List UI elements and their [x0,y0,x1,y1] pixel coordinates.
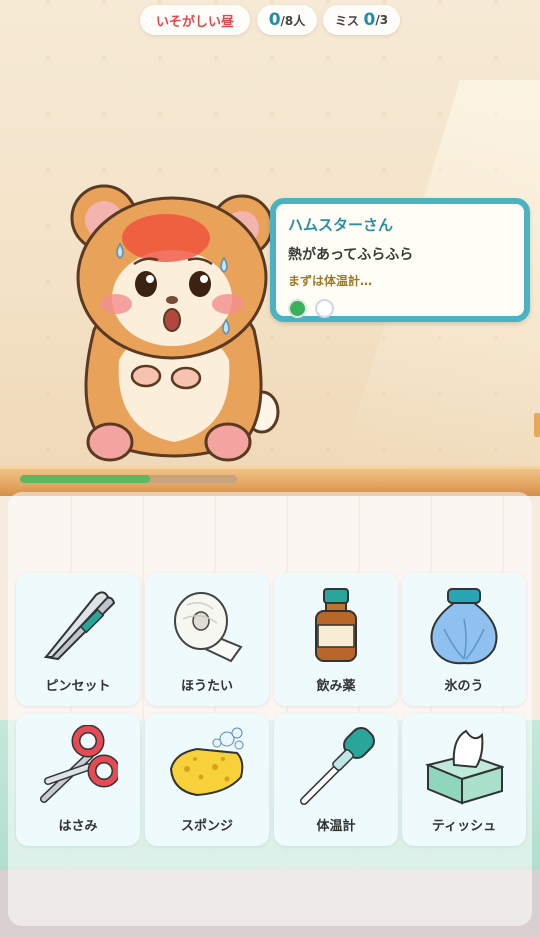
miss-count-total: /3 [375,13,389,27]
patient-symptom: 熱があってふらふら [288,247,414,263]
treatment-step-done [288,299,307,318]
tool-label: ティッシュ [431,819,497,834]
tool-label: 氷のう [444,679,484,694]
tool-thermometer[interactable]: 体温計 [274,713,398,846]
miss-label: ミス [334,13,359,28]
bandage-icon [174,592,243,663]
time-of-day-badge: いそがしい昼 [140,5,250,35]
tweezers-icon [43,591,116,661]
tool-ice-bag[interactable]: 氷のう [402,573,526,706]
tool-bandage[interactable]: ほうたい [145,573,269,706]
tool-medicine[interactable]: 飲み薬 [274,573,398,706]
hamster-foot-left [86,422,134,462]
treatment-steps [288,299,512,318]
time-of-day-label: いそがしい昼 [155,14,234,30]
patience-bar-fill [20,475,151,483]
tool-tissue[interactable]: ティッシュ [402,713,526,846]
tool-scissors[interactable]: はさみ [16,713,140,846]
miss-count-badge: ミス 0/3 [323,5,400,35]
hamster-eye-right [189,271,211,297]
hud-bar: いそがしい昼 0/8人 ミス 0/3 [0,5,540,35]
miss-count-value: 0 [363,10,376,30]
tool-label: スポンジ [180,819,233,834]
medicine-bottle-icon [315,588,357,662]
tool-label: ピンセット [45,679,111,694]
patience-bar [20,475,237,483]
hamster-foot-right [204,422,252,462]
patient-count-value: 0 [268,10,281,30]
tool-panel [8,492,532,926]
tool-label: 体温計 [316,819,356,834]
tool-sponge[interactable]: スポンジ [145,713,269,846]
tool-label: ほうたい [180,679,233,694]
treatment-step-pending [315,299,334,318]
ice-bag-icon [430,588,498,665]
patient-count-total: /8人 [280,13,306,28]
fever-flush [122,214,210,262]
patient-name: ハムスターさん [288,216,394,234]
sponge-icon [169,727,244,797]
treatment-hint: まずは体温計… [288,274,373,288]
tool-label: はさみ [58,819,98,834]
hamster-patient[interactable] [64,180,286,470]
patient-count-badge: 0/8人 [257,5,317,35]
hamster-mouth [163,308,181,332]
thermometer-icon [300,727,375,805]
tool-tweezers[interactable]: ピンセット [16,573,140,706]
shelf-bracket [534,413,540,437]
scissors-icon [40,725,118,803]
tissue-box-icon [424,729,504,805]
patient-speech-bubble: ハムスターさん 熱があってふらふら まずは体温計… [270,198,530,322]
hamster-eye-left [135,271,157,297]
tool-label: 飲み薬 [316,679,356,694]
